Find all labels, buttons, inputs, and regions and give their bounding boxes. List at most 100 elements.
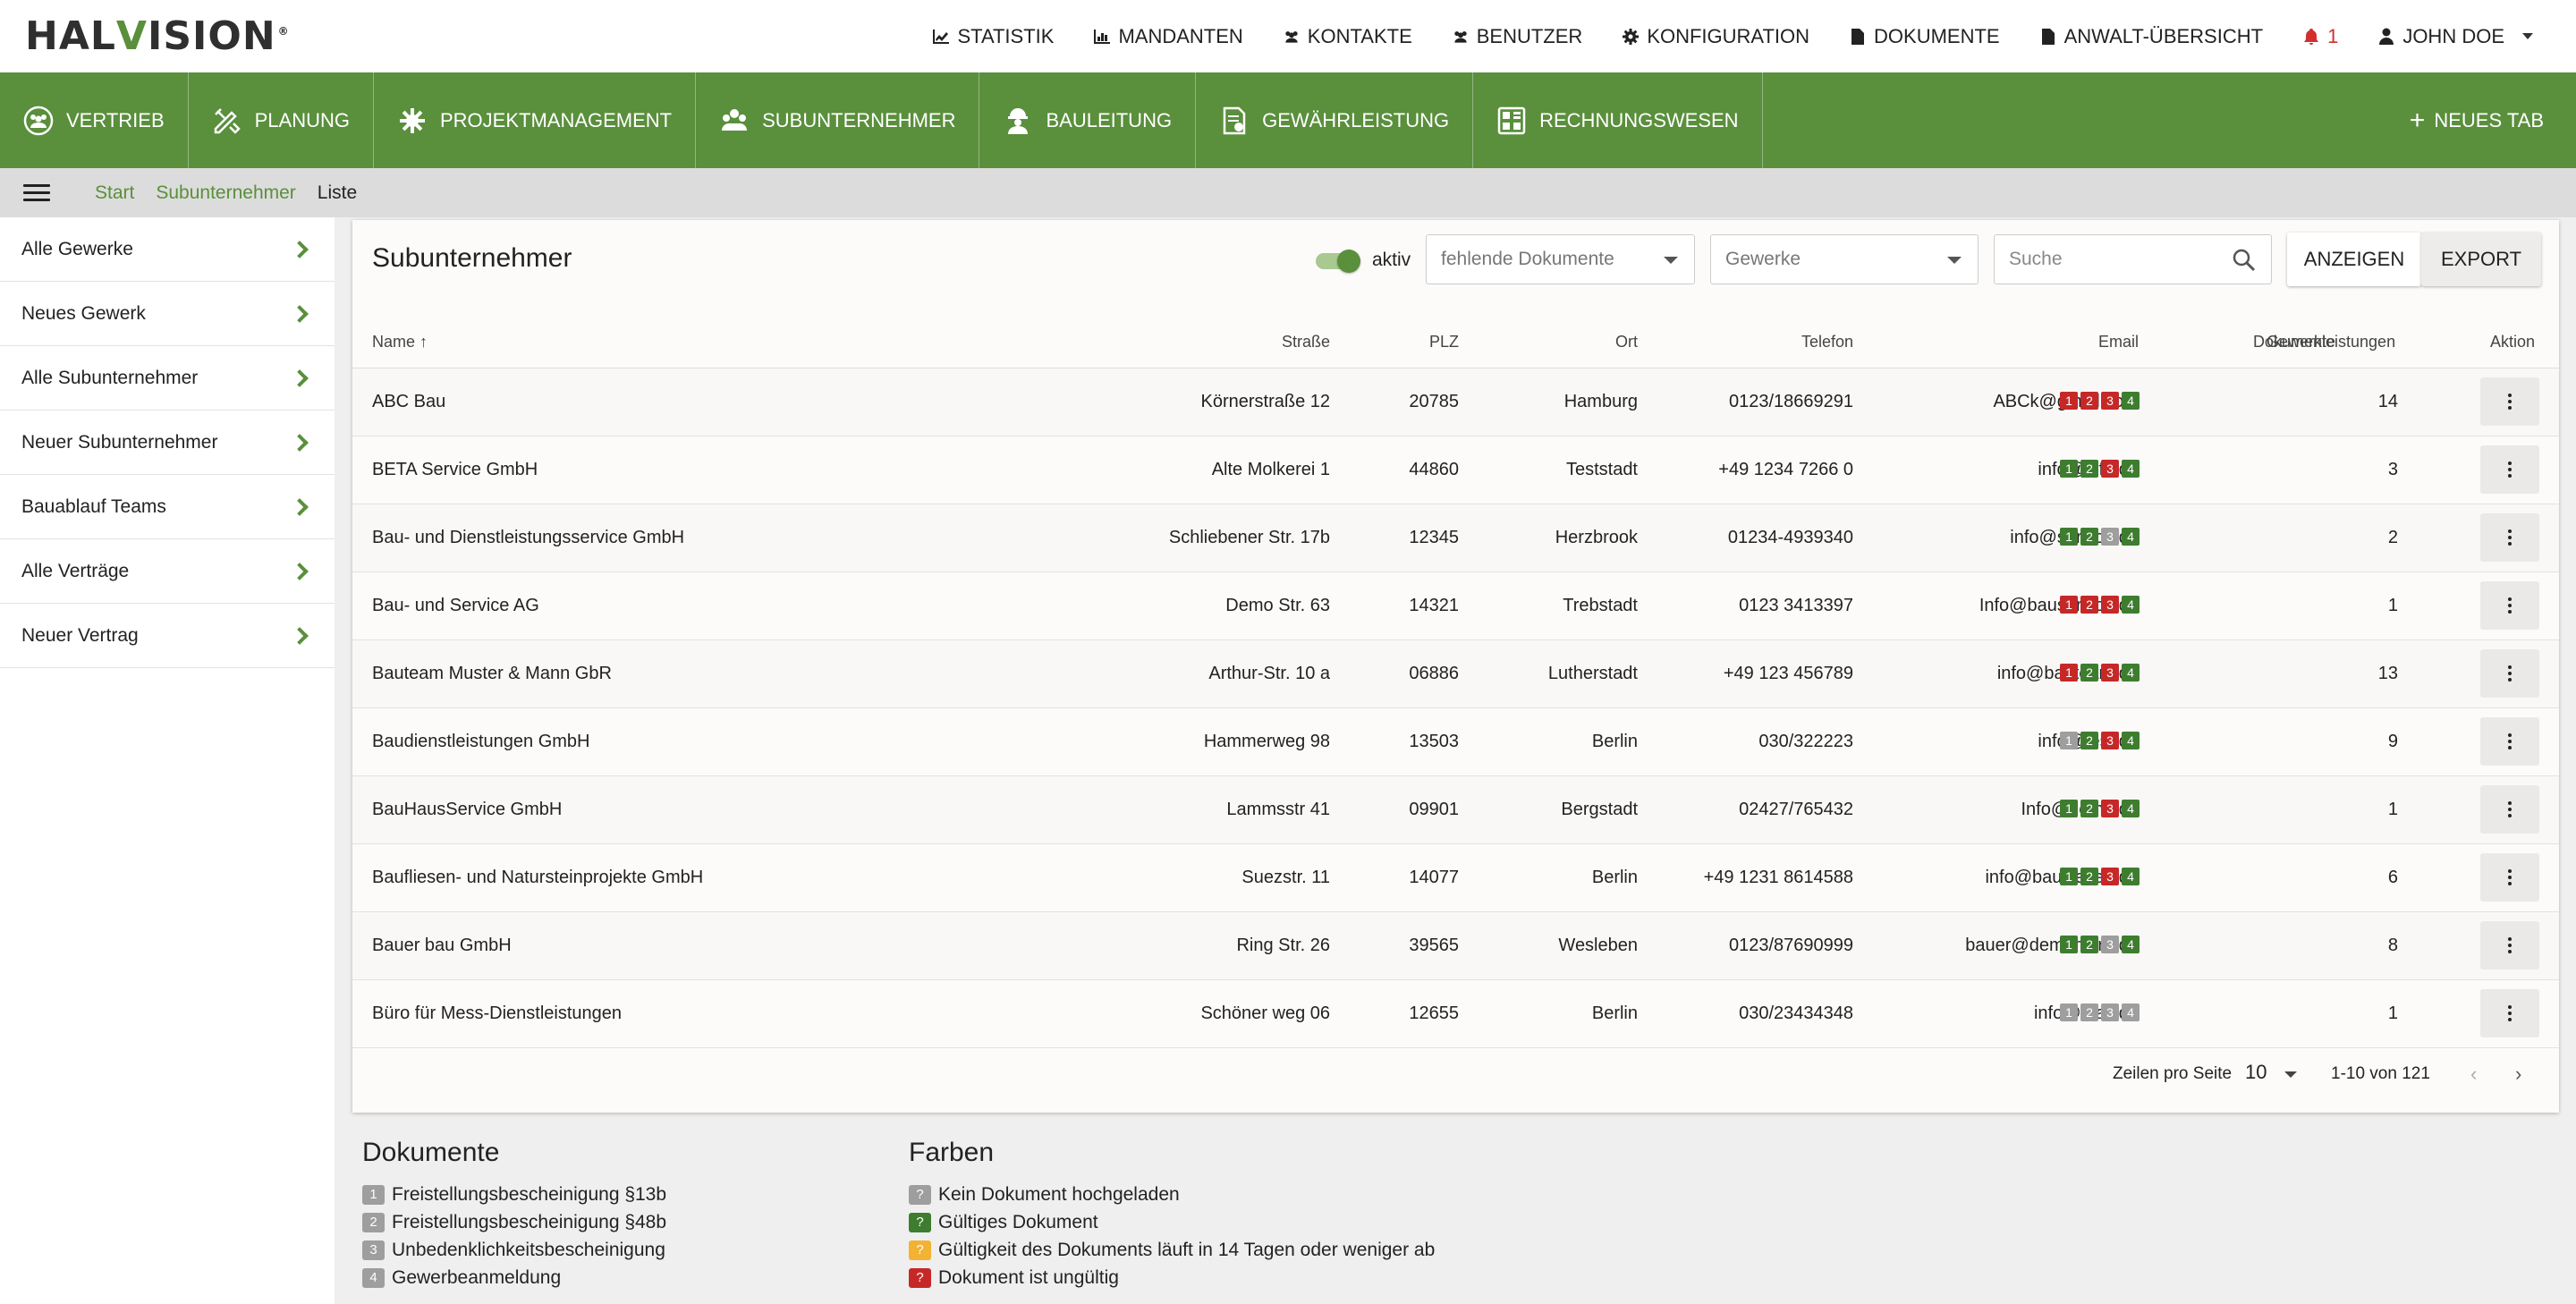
- active-toggle[interactable]: [1314, 249, 1360, 274]
- sidebar-item-neuer-vertrag[interactable]: Neuer Vertrag: [0, 604, 335, 668]
- topnav-kontakte[interactable]: KONTAKTE: [1283, 25, 1412, 48]
- document-badge-2[interactable]: 2: [2080, 1003, 2098, 1021]
- previous-page-button[interactable]: ‹: [2470, 1063, 2477, 1086]
- document-badge-4[interactable]: 4: [2122, 392, 2140, 410]
- row-actions-button[interactable]: [2480, 649, 2539, 698]
- breadcrumb-subunternehmer[interactable]: Subunternehmer: [156, 182, 295, 204]
- column-header-city[interactable]: Ort: [1615, 333, 1638, 351]
- document-badge-4[interactable]: 4: [2122, 664, 2140, 682]
- document-badge-2[interactable]: 2: [2080, 596, 2098, 614]
- document-badge-2[interactable]: 2: [2080, 392, 2098, 410]
- search-input[interactable]: Suche: [1994, 234, 2272, 284]
- user-menu[interactable]: JOHN DOE: [2377, 25, 2533, 48]
- document-badge-4[interactable]: 4: [2122, 868, 2140, 885]
- table-row[interactable]: ABC Bau Körnerstraße 12 20785 Hamburg 0123/1…: [352, 368, 2559, 436]
- module-tab-bauleitung[interactable]: BAULEITUNG: [979, 72, 1197, 168]
- column-header-plz[interactable]: PLZ: [1429, 333, 1459, 351]
- document-badge-3[interactable]: 3: [2101, 460, 2119, 478]
- table-row[interactable]: Bau- und Dienstleistungsservice GmbH Schl…: [352, 504, 2559, 572]
- column-header-name[interactable]: Name ↑: [372, 333, 428, 351]
- sidebar-item-bauablauf-teams[interactable]: Bauablauf Teams: [0, 475, 335, 539]
- document-badge-3[interactable]: 3: [2101, 392, 2119, 410]
- document-badge-3[interactable]: 3: [2101, 936, 2119, 953]
- document-badge-4[interactable]: 4: [2122, 936, 2140, 953]
- search-icon[interactable]: [2232, 248, 2257, 273]
- sidebar-item-neues-gewerk[interactable]: Neues Gewerk: [0, 282, 335, 346]
- sidebar-item-alle-gewerke[interactable]: Alle Gewerke: [0, 217, 335, 282]
- breadcrumb-start[interactable]: Start: [95, 182, 134, 204]
- document-badge-1[interactable]: 1: [2060, 1003, 2078, 1021]
- sidebar-item-alle-vertraege[interactable]: Alle Verträge: [0, 539, 335, 604]
- document-badge-4[interactable]: 4: [2122, 460, 2140, 478]
- document-badge-4[interactable]: 4: [2122, 800, 2140, 817]
- document-badge-2[interactable]: 2: [2080, 936, 2098, 953]
- document-badge-1[interactable]: 1: [2060, 868, 2078, 885]
- column-header-warranty[interactable]: Gewerkleistungen: [2267, 333, 2395, 351]
- document-badge-3[interactable]: 3: [2101, 596, 2119, 614]
- topnav-benutzer[interactable]: BENUTZER: [1452, 25, 1582, 48]
- halvision-logo[interactable]: HAL V ISION ®: [25, 13, 290, 59]
- trades-select[interactable]: Gewerke: [1710, 234, 1979, 284]
- topnav-mandanten[interactable]: MANDANTEN: [1093, 25, 1243, 48]
- row-actions-button[interactable]: [2480, 921, 2539, 970]
- table-row[interactable]: BETA Service GmbH Alte Molkerei 1 44860 Tes…: [352, 436, 2559, 504]
- show-button[interactable]: ANZEIGEN: [2287, 233, 2421, 286]
- table-row[interactable]: Bauteam Muster & Mann GbR Arthur-Str. 10 …: [352, 640, 2559, 708]
- document-badge-4[interactable]: 4: [2122, 528, 2140, 546]
- document-badge-4[interactable]: 4: [2122, 732, 2140, 749]
- next-page-button[interactable]: ›: [2515, 1063, 2521, 1086]
- document-badge-3[interactable]: 3: [2101, 528, 2119, 546]
- document-badge-1[interactable]: 1: [2060, 936, 2078, 953]
- row-actions-button[interactable]: [2480, 581, 2539, 630]
- export-button[interactable]: EXPORT: [2421, 233, 2541, 286]
- row-actions-button[interactable]: [2480, 513, 2539, 562]
- topnav-anwalt-uebersicht[interactable]: ANWALT-ÜBERSICHT: [2039, 25, 2263, 48]
- document-badge-1[interactable]: 1: [2060, 392, 2078, 410]
- document-badge-3[interactable]: 3: [2101, 732, 2119, 749]
- topnav-statistik[interactable]: STATISTIK: [932, 25, 1054, 48]
- document-badge-3[interactable]: 3: [2101, 868, 2119, 885]
- row-actions-button[interactable]: [2480, 785, 2539, 834]
- column-header-phone[interactable]: Telefon: [1801, 333, 1853, 351]
- sidebar-item-neuer-subunternehmer[interactable]: Neuer Subunternehmer: [0, 411, 335, 475]
- document-badge-1[interactable]: 1: [2060, 460, 2078, 478]
- topnav-konfiguration[interactable]: KONFIGURATION: [1622, 25, 1809, 48]
- row-actions-button[interactable]: [2480, 989, 2539, 1037]
- document-badge-2[interactable]: 2: [2080, 528, 2098, 546]
- row-actions-button[interactable]: [2480, 445, 2539, 494]
- document-badge-3[interactable]: 3: [2101, 800, 2119, 817]
- document-badge-1[interactable]: 1: [2060, 732, 2078, 749]
- document-badge-1[interactable]: 1: [2060, 596, 2078, 614]
- table-row[interactable]: Baufliesen- und Natursteinprojekte GmbH S…: [352, 844, 2559, 912]
- new-tab-button[interactable]: + NEUES TAB: [2410, 72, 2544, 168]
- rows-per-page-select[interactable]: 10: [2245, 1061, 2267, 1084]
- table-row[interactable]: Baudienstleistungen GmbH Hammerweg 98 1350…: [352, 708, 2559, 776]
- notifications-button[interactable]: 1: [2302, 25, 2338, 48]
- document-badge-4[interactable]: 4: [2122, 1003, 2140, 1021]
- row-actions-button[interactable]: [2480, 717, 2539, 766]
- menu-hamburger-icon[interactable]: [23, 184, 50, 201]
- module-tab-gewaehrleistung[interactable]: GEWÄHRLEISTUNG: [1196, 72, 1474, 168]
- table-row[interactable]: BauHausService GmbH Lammsstr 41 09901 Bergs…: [352, 776, 2559, 844]
- missing-documents-select[interactable]: fehlende Dokumente: [1426, 234, 1695, 284]
- table-row[interactable]: Bauer bau GmbH Ring Str. 26 39565 Wesleben 0…: [352, 912, 2559, 980]
- document-badge-1[interactable]: 1: [2060, 800, 2078, 817]
- column-header-email[interactable]: Email: [2098, 333, 2139, 351]
- module-tab-projektmanagement[interactable]: PROJEKTMANAGEMENT: [374, 72, 697, 168]
- module-tab-vertrieb[interactable]: VERTRIEB: [0, 72, 189, 168]
- document-badge-1[interactable]: 1: [2060, 528, 2078, 546]
- topnav-dokumente[interactable]: DOKUMENTE: [1849, 25, 2000, 48]
- document-badge-2[interactable]: 2: [2080, 800, 2098, 817]
- row-actions-button[interactable]: [2480, 853, 2539, 902]
- document-badge-3[interactable]: 3: [2101, 1003, 2119, 1021]
- module-tab-planung[interactable]: PLANUNG: [189, 72, 374, 168]
- document-badge-4[interactable]: 4: [2122, 596, 2140, 614]
- module-tab-rechnungswesen[interactable]: RECHNUNGSWESEN: [1473, 72, 1763, 168]
- table-row[interactable]: Bau- und Service AG Demo Str. 63 14321 Treb…: [352, 572, 2559, 640]
- document-badge-2[interactable]: 2: [2080, 460, 2098, 478]
- document-badge-2[interactable]: 2: [2080, 732, 2098, 749]
- document-badge-2[interactable]: 2: [2080, 664, 2098, 682]
- document-badge-3[interactable]: 3: [2101, 664, 2119, 682]
- sidebar-item-alle-subunternehmer[interactable]: Alle Subunternehmer: [0, 346, 335, 411]
- document-badge-1[interactable]: 1: [2060, 664, 2078, 682]
